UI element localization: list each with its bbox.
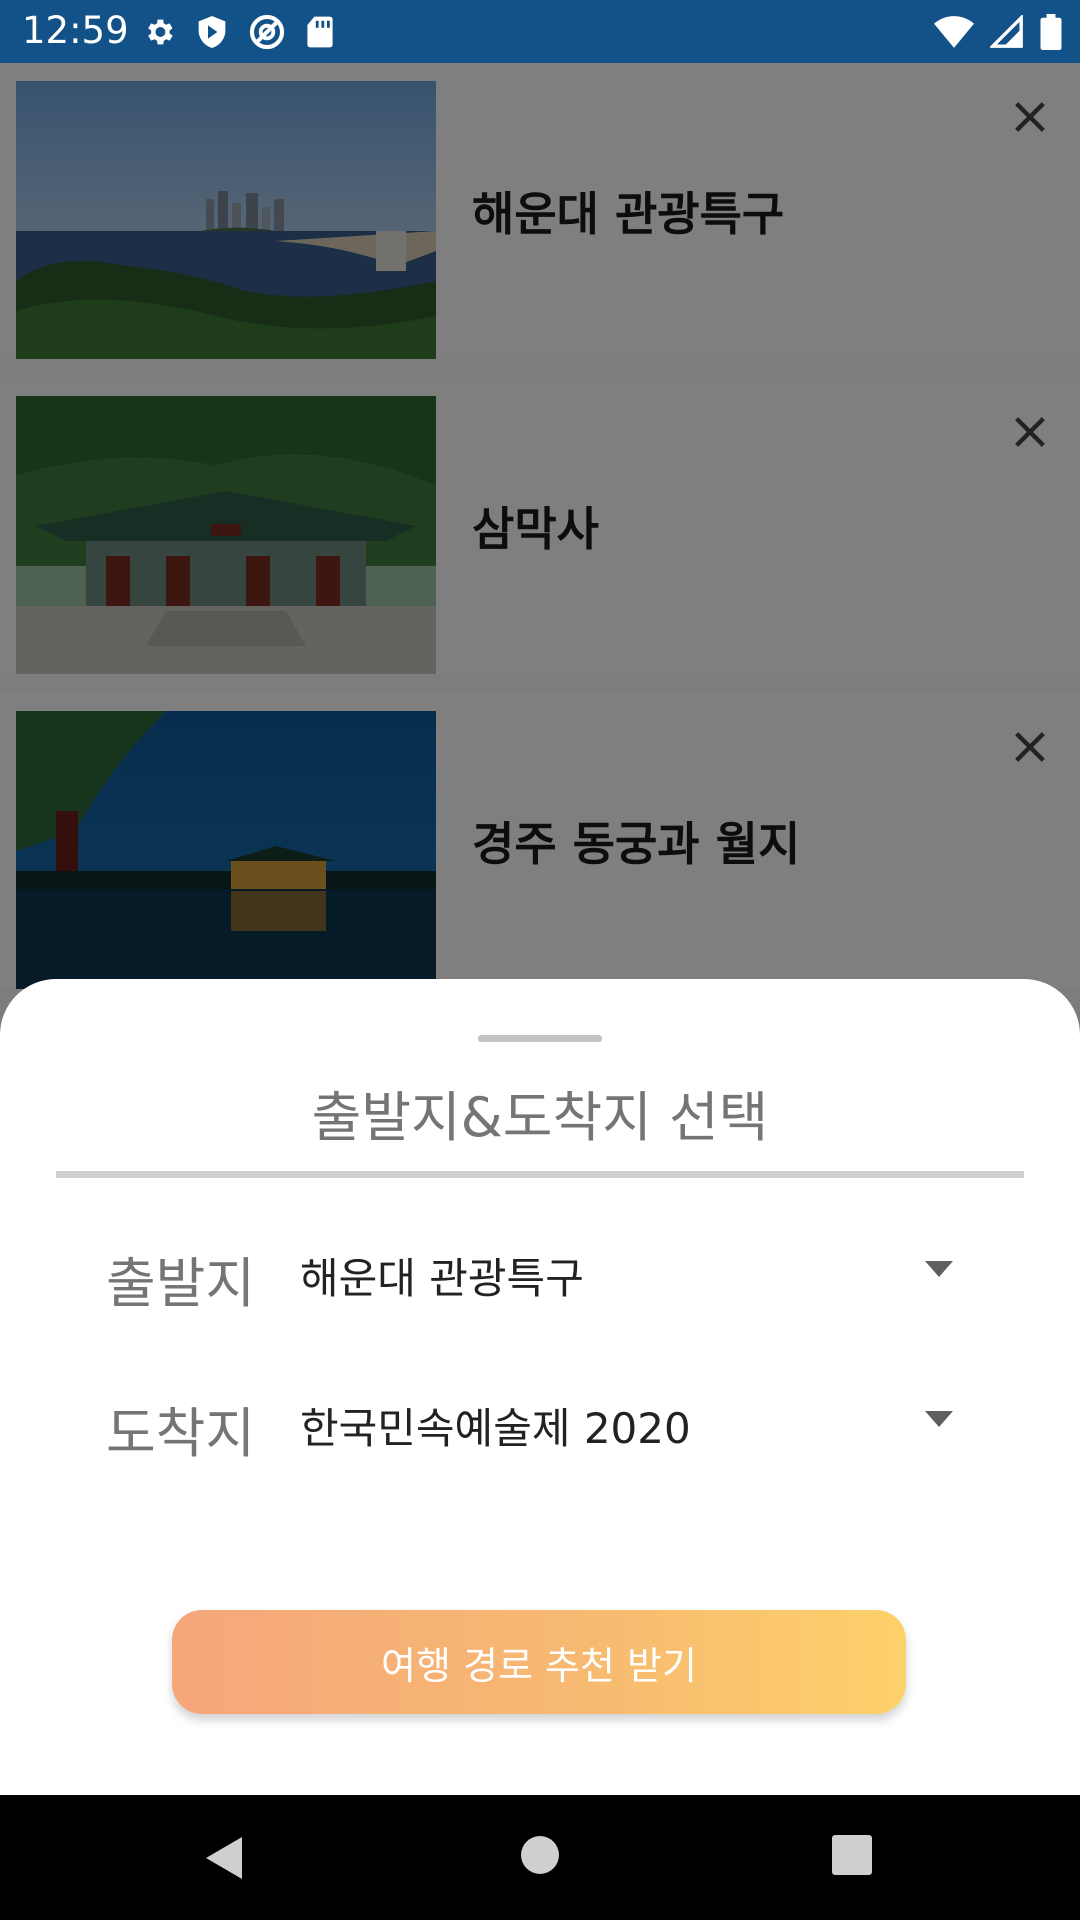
wifi-icon <box>934 16 974 48</box>
vpn-icon <box>249 14 285 50</box>
signal-icon <box>990 15 1023 48</box>
status-icons-right <box>934 12 1062 52</box>
departure-spinner[interactable]: 해운대 관광특구 <box>300 1245 584 1306</box>
arrival-spinner[interactable]: 한국민속예술제 2020 <box>300 1395 691 1456</box>
departure-label: 출발지 <box>106 1252 256 1315</box>
shield-icon <box>198 16 226 48</box>
gear-icon <box>148 19 173 45</box>
status-icons-left <box>142 12 334 52</box>
status-bar: 12:59 <box>0 0 1080 63</box>
divider <box>56 1171 1024 1178</box>
sheet-title: 출발지&도착지 선택 <box>311 1086 769 1149</box>
home-icon[interactable] <box>520 1835 560 1875</box>
chevron-down-icon[interactable] <box>925 1411 953 1427</box>
sd-card-icon <box>307 16 333 48</box>
battery-icon <box>1040 14 1062 50</box>
chevron-down-icon[interactable] <box>925 1261 953 1277</box>
status-time: 12:59 <box>22 9 129 52</box>
navigation-bar <box>0 1795 1080 1920</box>
drag-handle[interactable] <box>478 1035 602 1042</box>
recommend-route-button[interactable]: 여행 경로 추천 받기 <box>172 1610 906 1714</box>
arrival-label: 도착지 <box>106 1402 256 1465</box>
back-icon[interactable] <box>204 1835 244 1881</box>
route-bottom-sheet: 출발지&도착지 선택 출발지 해운대 관광특구 도착지 한국민속예술제 2020… <box>0 979 1080 1795</box>
recents-icon[interactable] <box>832 1835 872 1875</box>
